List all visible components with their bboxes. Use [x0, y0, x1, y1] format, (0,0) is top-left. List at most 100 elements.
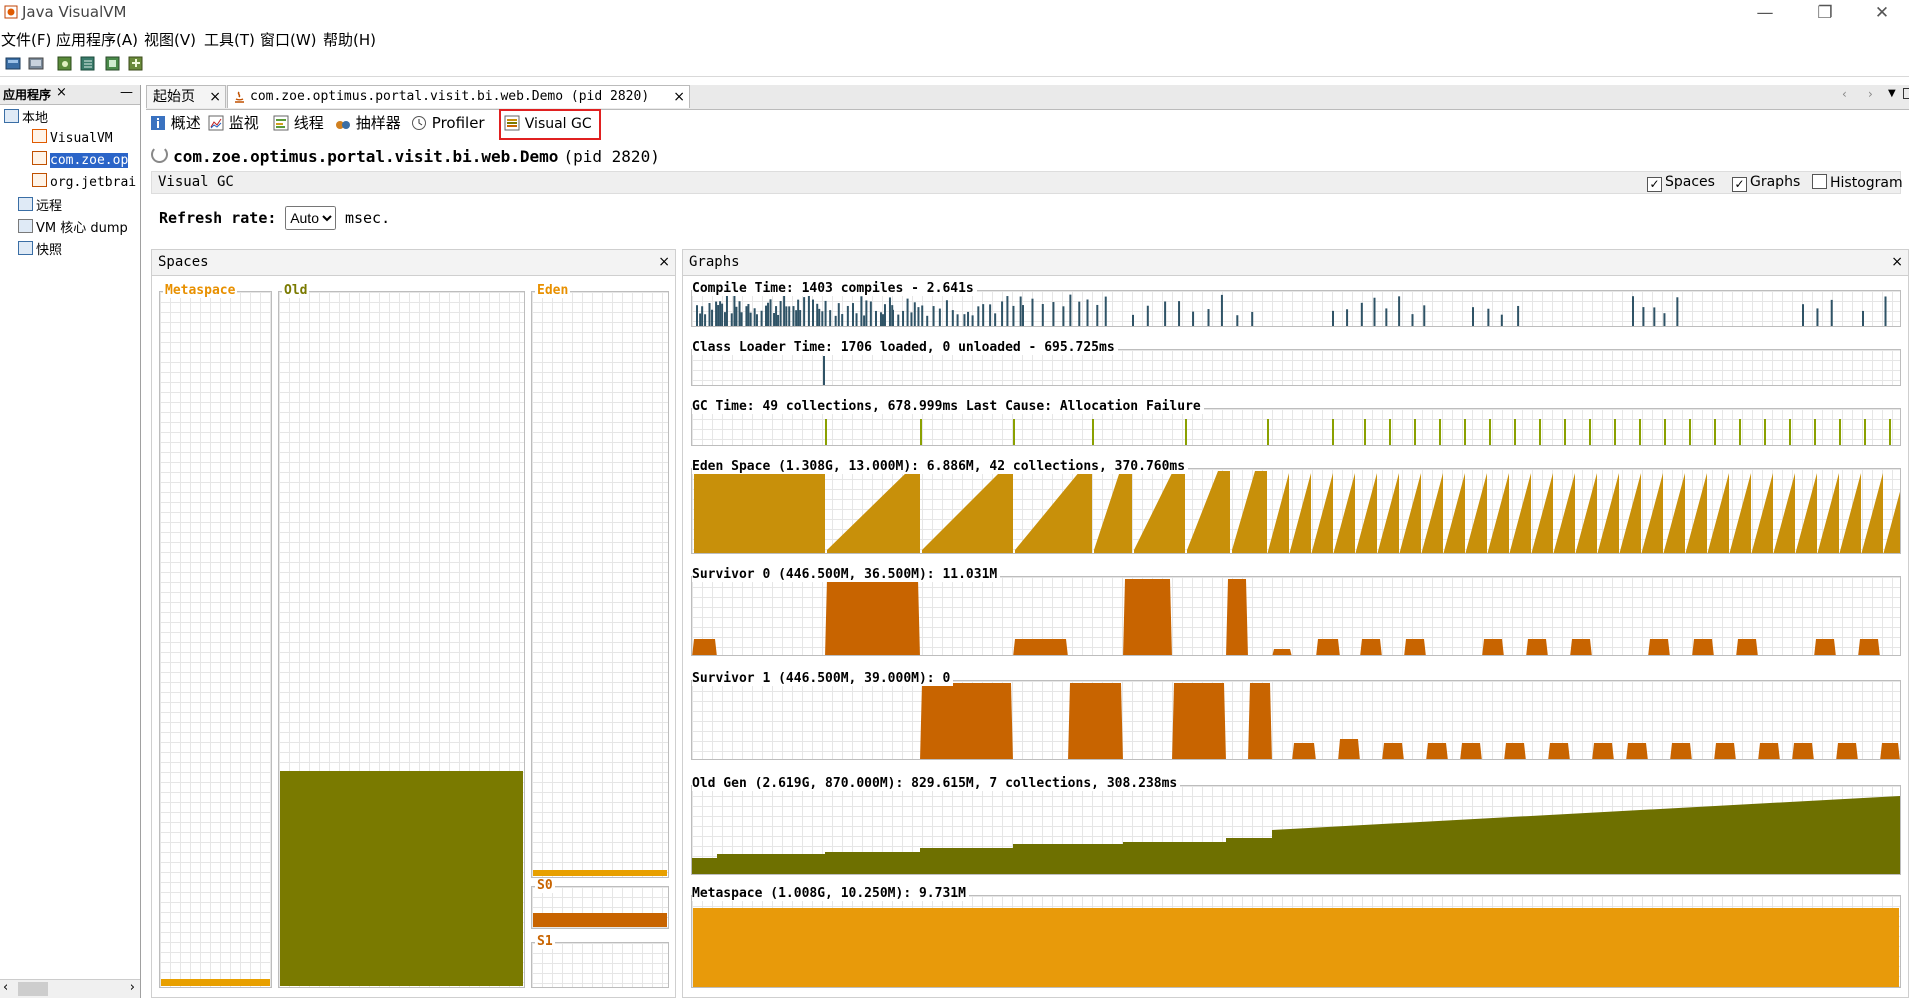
graphs-check-icon: ✓ [1732, 177, 1747, 192]
menu-file[interactable]: 文件(F) [1, 29, 51, 50]
eden-area [694, 471, 1900, 553]
compile-spike [1041, 304, 1044, 326]
survivor0-block [1736, 639, 1758, 655]
menu-view[interactable]: 视图(V) [144, 29, 196, 50]
refresh-rate-label: Refresh rate: [159, 209, 277, 227]
tree-item[interactable]: VM 核心 dump [18, 217, 128, 237]
compile-spike [1632, 296, 1634, 326]
metaspace-graph-label: Metaspace (1.008G, 10.250M): 9.731M [692, 886, 969, 901]
compile-spike [717, 305, 720, 326]
compile-spike [1062, 306, 1065, 326]
metaspace-label: Metaspace [163, 283, 238, 298]
horizontal-scrollbar[interactable]: ‹ › [0, 979, 140, 998]
compile-spike [829, 310, 832, 326]
tab-overview[interactable]: 概述 [150, 111, 201, 136]
snapshot-icon[interactable] [104, 55, 122, 72]
survivor1-block [1880, 743, 1900, 759]
graphs-checkbox[interactable]: ✓ Graphs [1732, 174, 1800, 192]
java-app-icon [32, 151, 47, 165]
close-window-button[interactable]: ✕ [1862, 1, 1902, 25]
add-jmx-icon[interactable] [4, 55, 22, 72]
compile-spike [719, 301, 722, 326]
applications-panel-minimize[interactable]: — [120, 85, 133, 100]
class-loader-chart [823, 356, 825, 385]
document-tabs: 起始页 × com.zoe.optimus.portal.visit.bi.we… [146, 85, 1909, 110]
menu-window[interactable]: 窗口(W) [260, 29, 317, 50]
old-fill [280, 771, 523, 986]
tree-item[interactable]: 本地 [4, 107, 48, 127]
graphs-panel-close[interactable]: × [1891, 250, 1903, 275]
compile-spike [1500, 314, 1503, 326]
compile-spike [812, 299, 814, 326]
survivor0-block [1226, 579, 1248, 655]
eden-graph-label: Eden Space (1.308G, 13.000M): 6.886M, 42… [692, 459, 1189, 474]
compile-spike [1086, 299, 1089, 326]
tabs-scroll-right-icon[interactable]: › [1868, 87, 1873, 101]
tab-demo-app[interactable]: com.zoe.optimus.portal.visit.bi.web.Demo… [227, 85, 690, 108]
tabs-scroll-left-icon[interactable]: ‹ [1842, 87, 1847, 101]
survivor1-block [1504, 743, 1526, 759]
histogram-checkbox[interactable]: Histogram [1812, 174, 1903, 191]
tree-item[interactable]: 快照 [18, 239, 62, 259]
tabs-menu-icon[interactable]: ▼ [1888, 88, 1896, 99]
thread-dump-icon[interactable] [79, 55, 97, 72]
restore-button[interactable]: ❐ [1805, 1, 1845, 25]
menu-application[interactable]: 应用程序(A) [56, 29, 138, 50]
survivor1-block [1792, 743, 1814, 759]
compile-spike [1132, 314, 1134, 326]
gc-spike [1364, 419, 1366, 445]
tab-demo-app-close[interactable]: × [673, 86, 685, 108]
metaspace-fill [161, 979, 270, 986]
maximize-icon[interactable] [1903, 88, 1909, 99]
compile-spike [1006, 296, 1009, 326]
tab-monitor[interactable]: 监视 [208, 111, 259, 136]
compile-spike [1517, 305, 1520, 326]
spaces-panel-header: Spaces × [152, 250, 675, 276]
compile-spike [1398, 296, 1401, 326]
compile-spike [926, 315, 929, 326]
tree-item[interactable]: 远程 [18, 195, 62, 215]
gc-spike [1689, 419, 1691, 445]
tree-item[interactable]: com.zoe.op [32, 151, 129, 171]
survivor1-block [1172, 683, 1226, 759]
survivor1-block [1592, 743, 1614, 759]
survivor0-block [692, 639, 717, 655]
tree-item[interactable]: VisualVM [32, 129, 113, 149]
spaces-panel-close[interactable]: × [658, 250, 670, 275]
tree-item[interactable]: org.jetbrai [32, 173, 136, 193]
graphs-panel-header: Graphs × [683, 250, 1908, 276]
compile-spike [1178, 301, 1181, 326]
survivor0-graph [691, 576, 1901, 656]
applications-panel-close[interactable]: × [56, 85, 67, 100]
menu-help[interactable]: 帮助(H) [323, 29, 376, 50]
compare-snapshot-icon[interactable] [127, 55, 145, 72]
heap-dump-icon[interactable] [56, 55, 74, 72]
menu-tools[interactable]: 工具(T) [204, 29, 255, 50]
survivor1-block [1670, 743, 1692, 759]
eden-graph [691, 468, 1901, 554]
compile-spike [795, 310, 798, 326]
compile-spike [1663, 313, 1666, 326]
minimize-button[interactable]: — [1745, 1, 1785, 25]
refresh-rate-row: Refresh rate: Auto msec. [159, 206, 390, 230]
gc-spike [1664, 419, 1666, 445]
tab-start-page-close[interactable]: × [209, 86, 221, 108]
tab-demo-app-label: com.zoe.optimus.portal.visit.bi.web.Demo… [250, 89, 650, 104]
compile-spike [1487, 308, 1490, 326]
refresh-rate-select[interactable]: Auto [285, 206, 337, 230]
compile-spike [982, 304, 985, 326]
gc-spike [1639, 419, 1641, 445]
survivor0-block [825, 579, 920, 655]
compile-spike [910, 312, 913, 326]
add-remote-host-icon[interactable] [27, 55, 45, 72]
gc-spike [1739, 419, 1741, 445]
tab-start-page[interactable]: 起始页 × [146, 85, 226, 108]
gc-spike [1464, 419, 1466, 445]
tab-profiler[interactable]: Profiler [411, 111, 485, 136]
compile-spike [1220, 294, 1223, 326]
tab-threads[interactable]: 线程 [273, 111, 324, 136]
spaces-checkbox[interactable]: ✓ Spaces [1647, 174, 1715, 192]
compile-spike [932, 306, 935, 326]
tab-sampler[interactable]: 抽样器 [335, 111, 401, 136]
survivor1-block [1836, 743, 1858, 759]
